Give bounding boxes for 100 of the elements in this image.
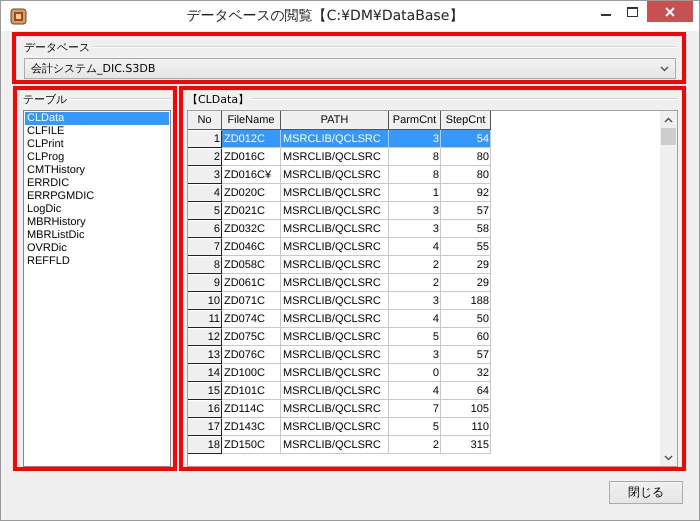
table-cell: 2 [389,256,441,274]
table-cell: MSRCLIB/QCLSRC [281,238,389,256]
row-header[interactable]: 1 [188,130,222,148]
group-label: 【CLData】 [187,92,250,106]
table-cell: 3 [389,220,441,238]
table-cell: 8 [389,148,441,166]
table-cell: 57 [441,346,491,364]
table-list-item[interactable]: OVRDic [25,242,169,255]
table-cell: ZD150C [222,436,281,454]
table-cell: ZD074C [222,310,281,328]
group-label: データベース [24,40,90,54]
scroll-down-icon[interactable] [664,454,673,460]
table-cell: MSRCLIB/QCLSRC [281,382,389,400]
table-cell: ZD101C [222,382,281,400]
table-cell: 110 [441,418,491,436]
table-cell: MSRCLIB/QCLSRC [281,400,389,418]
table-cell: 2 [389,436,441,454]
table-cell: MSRCLIB/QCLSRC [281,346,389,364]
close-button[interactable] [647,1,693,22]
table-list-item[interactable]: CLFILE [25,125,169,138]
chevron-down-icon[interactable] [660,66,669,72]
table-cell: ZD100C [222,364,281,382]
table-cell: MSRCLIB/QCLSRC [281,292,389,310]
row-header[interactable]: 12 [188,328,222,346]
table-cell: 1 [389,184,441,202]
table-cell: 4 [389,382,441,400]
table-list-item[interactable]: ERRPGMDIC [25,190,169,203]
row-header[interactable]: 13 [188,346,222,364]
row-header[interactable]: 16 [188,400,222,418]
table-list-item[interactable]: MBRHistory [25,216,169,229]
table-list[interactable]: CLData CLFILE CLPrint CLProg CMTHistory ERRDIC ERRPGMDIC LogDic MBRHistory MBRListDic OVRDic REFFLD [23,110,171,467]
table-cell: ZD021C [222,202,281,220]
row-header[interactable]: 3 [188,166,222,184]
table-cell: ZD020C [222,184,281,202]
row-header[interactable]: 2 [188,148,222,166]
close-dialog-button[interactable]: 閉じる [609,481,683,504]
table-cell: ZD114C [222,400,281,418]
table-cell: 105 [441,400,491,418]
row-header[interactable]: 11 [188,310,222,328]
table-list-item[interactable]: CMTHistory [25,164,169,177]
table-cell: MSRCLIB/QCLSRC [281,418,389,436]
table-cell: 315 [441,436,491,454]
table-cell: 80 [441,148,491,166]
group-label: テーブル [23,92,67,106]
table-list-item[interactable]: LogDic [25,203,169,216]
table-cell: ZD076C [222,346,281,364]
table-cell: MSRCLIB/QCLSRC [281,436,389,454]
table-cell: ZD143C [222,418,281,436]
row-header[interactable]: 9 [188,274,222,292]
table-cell: ZD071C [222,292,281,310]
table-list-item[interactable]: ERRDIC [25,177,169,190]
row-header[interactable]: 5 [188,202,222,220]
table-cell: 64 [441,382,491,400]
row-header[interactable]: 8 [188,256,222,274]
table-cell: 188 [441,292,491,310]
table-cell: 57 [441,202,491,220]
row-header[interactable]: 18 [188,436,222,454]
row-header[interactable]: 15 [188,382,222,400]
column-header[interactable]: ParmCnt [389,111,441,130]
table-cell: 5 [389,328,441,346]
table-cell: ZD016C¥ [222,166,281,184]
table-cell: 32 [441,364,491,382]
table-cell: 3 [389,130,441,148]
scroll-up-icon[interactable] [664,116,673,122]
table-list-item[interactable]: CLProg [25,151,169,164]
column-header[interactable]: PATH [281,111,389,130]
row-header[interactable]: 10 [188,292,222,310]
row-header[interactable]: 17 [188,418,222,436]
row-header[interactable]: 4 [188,184,222,202]
table-cell: 4 [389,310,441,328]
column-header[interactable]: StepCnt [441,111,491,130]
column-header[interactable]: No [188,111,222,130]
row-header[interactable]: 6 [188,220,222,238]
table-list-item[interactable]: REFFLD [25,255,169,268]
row-header[interactable]: 14 [188,364,222,382]
table-cell: MSRCLIB/QCLSRC [281,328,389,346]
close-icon [665,6,675,16]
table-cell: MSRCLIB/QCLSRC [281,166,389,184]
table-cell: 8 [389,166,441,184]
table-cell: 80 [441,166,491,184]
table-cell: MSRCLIB/QCLSRC [281,184,389,202]
table-cell: ZD046C [222,238,281,256]
database-dropdown[interactable]: 会計システム_DIC.S3DB [24,58,676,79]
table-cell: MSRCLIB/QCLSRC [281,220,389,238]
table-cell: ZD012C [222,130,281,148]
table-cell: ZD016C [222,148,281,166]
scrollbar-thumb[interactable] [661,128,676,145]
column-header[interactable]: FileName [222,111,281,130]
row-header[interactable]: 7 [188,238,222,256]
table-cell: ZD075C [222,328,281,346]
table-cell: 5 [389,418,441,436]
table-list-item[interactable]: MBRListDic [25,229,169,242]
table-cell: 29 [441,256,491,274]
table-cell: MSRCLIB/QCLSRC [281,202,389,220]
table-cell: 7 [389,400,441,418]
table-cell: 54 [441,130,491,148]
app-icon [10,8,27,24]
table-cell: ZD032C [222,220,281,238]
table-cell: 29 [441,274,491,292]
table-list-item[interactable]: CLPrint [25,138,169,151]
